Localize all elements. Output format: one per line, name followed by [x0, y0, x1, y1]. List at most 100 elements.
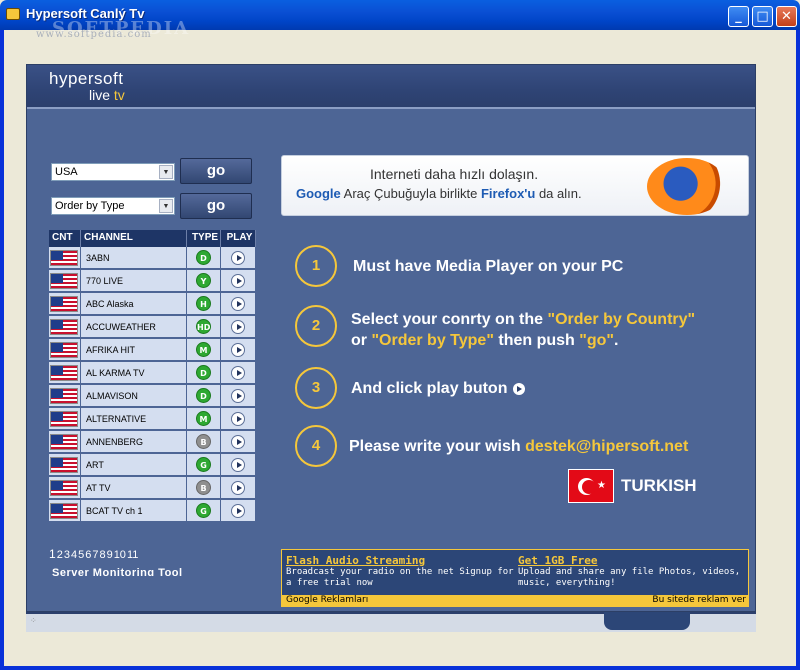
- page-link[interactable]: 11: [127, 549, 138, 561]
- play-icon[interactable]: [231, 296, 245, 311]
- type-badge: B: [196, 434, 211, 449]
- logo-live: live: [89, 87, 111, 103]
- support-email-link[interactable]: destek@hipersoft.net: [525, 438, 688, 455]
- country-select[interactable]: USA ▼: [51, 163, 175, 181]
- usa-flag-icon: [50, 249, 78, 266]
- go-order-button[interactable]: go: [180, 193, 252, 219]
- usa-flag-icon: [50, 364, 78, 381]
- step-1-number: 1: [295, 245, 337, 287]
- ad-1[interactable]: Flash Audio Streaming Broadcast your rad…: [286, 554, 514, 589]
- banner-line-1: Interneti daha hızlı dolaşın.: [370, 166, 539, 182]
- play-cell[interactable]: [221, 270, 256, 292]
- type-cell: HD: [187, 316, 221, 338]
- firefox-banner[interactable]: Interneti daha hızlı dolaşın. Google Ara…: [281, 155, 749, 216]
- page-link[interactable]: 7: [92, 549, 98, 561]
- resize-grip-icon[interactable]: ⁘: [30, 617, 42, 630]
- channel-name[interactable]: ACCUWEATHER: [81, 316, 187, 338]
- play-cell[interactable]: [221, 477, 256, 499]
- play-icon[interactable]: [231, 411, 245, 426]
- table-row[interactable]: 770 LIVE Y: [49, 270, 256, 293]
- country-cell: [49, 500, 81, 522]
- ad-2[interactable]: Get 1GB Free Upload and share any file P…: [518, 554, 746, 589]
- play-cell[interactable]: [221, 316, 256, 338]
- play-icon[interactable]: [231, 480, 245, 495]
- banner-firefox: Firefox'u: [480, 186, 536, 201]
- play-cell[interactable]: [221, 500, 256, 522]
- usa-flag-icon: [50, 433, 78, 450]
- table-row[interactable]: ALTERNATIVE M: [49, 408, 256, 431]
- channel-name[interactable]: AL KARMA TV: [81, 362, 187, 384]
- page-current[interactable]: 1: [49, 547, 56, 561]
- type-badge: D: [196, 250, 211, 265]
- channel-name[interactable]: AT TV: [81, 477, 187, 499]
- table-row[interactable]: ALMAVISON D: [49, 385, 256, 408]
- minimize-button[interactable]: _: [728, 6, 749, 27]
- channel-name[interactable]: ALTERNATIVE: [81, 408, 187, 430]
- table-row[interactable]: AFRIKA HIT M: [49, 339, 256, 362]
- play-cell[interactable]: [221, 362, 256, 384]
- play-icon[interactable]: [231, 342, 245, 357]
- go-country-button[interactable]: go: [180, 158, 252, 184]
- country-cell: [49, 385, 81, 407]
- channel-name[interactable]: ART: [81, 454, 187, 476]
- order-select[interactable]: Order by Type ▼: [51, 197, 175, 215]
- close-button[interactable]: ✕: [776, 6, 797, 27]
- page-link[interactable]: 5: [78, 549, 84, 561]
- play-cell[interactable]: [221, 339, 256, 361]
- country-cell: [49, 454, 81, 476]
- table-row[interactable]: BCAT TV ch 1 G: [49, 500, 256, 523]
- page-links: 234567891011: [57, 549, 140, 561]
- table-row[interactable]: AT TV B: [49, 477, 256, 500]
- page-link[interactable]: 8: [99, 549, 105, 561]
- ads-footer-left[interactable]: Google Reklamları: [286, 595, 368, 605]
- step-2-e: then push: [493, 332, 580, 349]
- channel-name[interactable]: ABC Alaska: [81, 293, 187, 315]
- table-row[interactable]: ABC Alaska H: [49, 293, 256, 316]
- step-3-number: 3: [295, 367, 337, 409]
- ads-footer-right[interactable]: Bu sitede reklam ver: [652, 595, 746, 606]
- channel-name[interactable]: AFRIKA HIT: [81, 339, 187, 361]
- page-link[interactable]: 3: [64, 549, 70, 561]
- table-row[interactable]: ACCUWEATHER HD: [49, 316, 256, 339]
- maximize-button[interactable]: □: [752, 6, 773, 27]
- header-channel: CHANNEL: [81, 230, 187, 247]
- play-icon[interactable]: [231, 434, 245, 449]
- play-icon[interactable]: [231, 250, 245, 265]
- play-icon[interactable]: [231, 457, 245, 472]
- table-row[interactable]: ANNENBERG B: [49, 431, 256, 454]
- channel-name[interactable]: ALMAVISON: [81, 385, 187, 407]
- page-link[interactable]: 2: [57, 549, 63, 561]
- chevron-down-icon[interactable]: ▼: [159, 165, 173, 179]
- page-link[interactable]: 10: [114, 549, 126, 561]
- ad-2-title[interactable]: Get 1GB Free: [518, 554, 746, 567]
- play-icon[interactable]: [231, 319, 245, 334]
- banner-google: Google: [296, 186, 341, 201]
- country-cell: [49, 408, 81, 430]
- play-icon[interactable]: [231, 503, 245, 518]
- page-link[interactable]: 6: [85, 549, 91, 561]
- play-cell[interactable]: [221, 293, 256, 315]
- table-row[interactable]: AL KARMA TV D: [49, 362, 256, 385]
- channel-name[interactable]: 3ABN: [81, 247, 187, 269]
- channel-name[interactable]: ANNENBERG: [81, 431, 187, 453]
- play-icon[interactable]: [231, 365, 245, 380]
- play-cell[interactable]: [221, 385, 256, 407]
- ad-1-title[interactable]: Flash Audio Streaming: [286, 554, 514, 567]
- table-row[interactable]: ART G: [49, 454, 256, 477]
- play-cell[interactable]: [221, 408, 256, 430]
- play-icon[interactable]: [231, 388, 245, 403]
- play-cell[interactable]: [221, 247, 256, 269]
- channel-name[interactable]: 770 LIVE: [81, 270, 187, 292]
- country-cell: [49, 431, 81, 453]
- server-monitoring-link[interactable]: Server Monitoring Tool: [52, 567, 183, 576]
- play-cell[interactable]: [221, 454, 256, 476]
- country-cell: [49, 477, 81, 499]
- table-row[interactable]: 3ABN D: [49, 247, 256, 270]
- chevron-down-icon[interactable]: ▼: [159, 199, 173, 213]
- play-cell[interactable]: [221, 431, 256, 453]
- play-icon[interactable]: [231, 273, 245, 288]
- step-3-text-wrap: And click play buton: [351, 378, 526, 399]
- page-link[interactable]: 9: [107, 549, 113, 561]
- channel-name[interactable]: BCAT TV ch 1: [81, 500, 187, 522]
- page-link[interactable]: 4: [71, 549, 77, 561]
